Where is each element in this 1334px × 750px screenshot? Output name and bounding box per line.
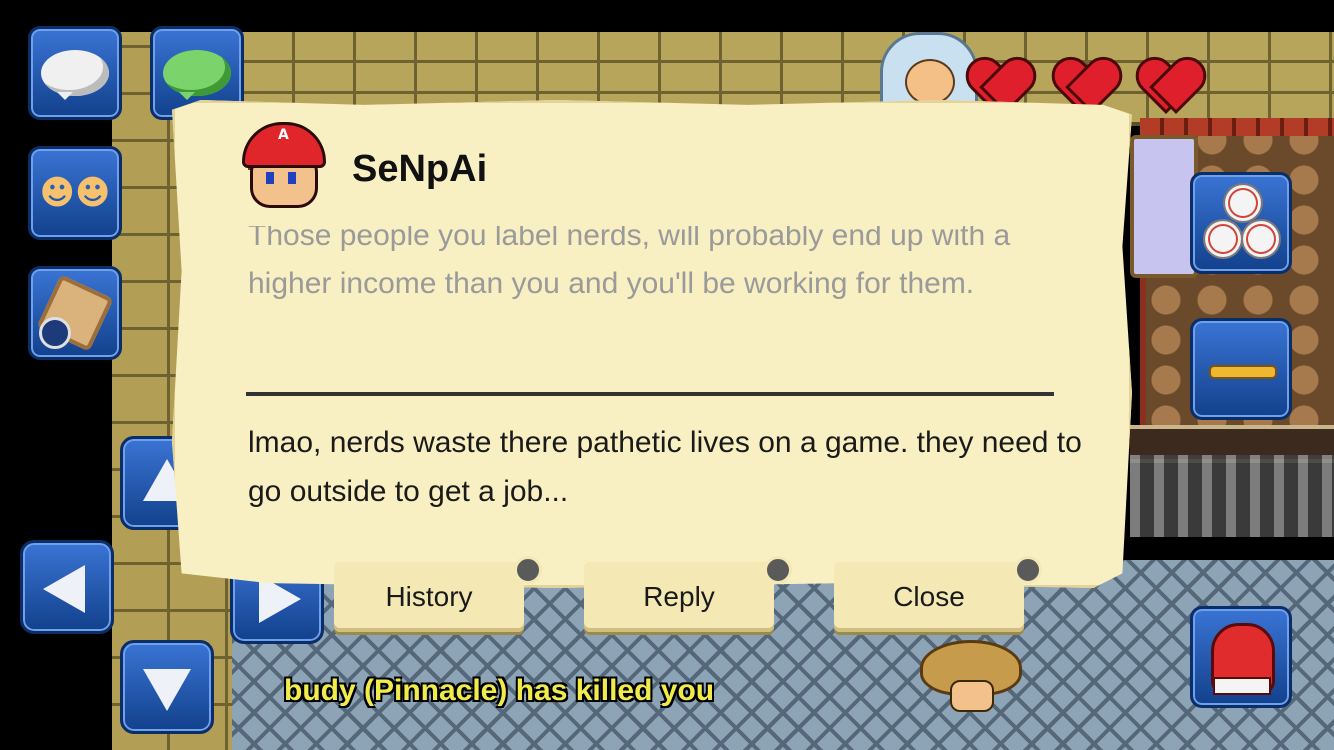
chat-bubble-white-icon — [41, 50, 109, 100]
item-slot-hat[interactable] — [1190, 318, 1292, 420]
weapon-slot-baseballs[interactable] — [1190, 172, 1292, 274]
arrow-left-icon — [43, 565, 85, 613]
sender-avatar: A — [242, 122, 326, 212]
red-cap-icon: A — [242, 122, 326, 168]
previous-message-area[interactable]: Those people you label nerds, will proba… — [240, 226, 1100, 366]
cap-letter: A — [278, 127, 289, 143]
arrow-down-icon — [143, 669, 191, 711]
current-message: lmao, nerds waste there pathetic lives o… — [248, 426, 1082, 508]
dpad-down-button[interactable] — [120, 640, 214, 734]
players-button[interactable]: ☻☻ — [28, 146, 122, 240]
chat-button[interactable] — [28, 26, 122, 120]
npc-straw-hat[interactable] — [920, 640, 1022, 712]
kill-notification: budy (Pinnacle) has killed you — [284, 674, 715, 707]
scroll-curl — [1014, 556, 1042, 584]
hat-icon — [1209, 365, 1277, 379]
dpad-left-button[interactable] — [20, 540, 114, 634]
chat-bubble-green-icon — [163, 50, 231, 100]
metal-fence — [1130, 455, 1334, 537]
attack-button[interactable] — [1190, 606, 1292, 708]
sender-username: SeNpAi — [352, 148, 488, 190]
player-face-icon — [905, 59, 955, 105]
message-divider — [246, 392, 1054, 396]
previous-message: Those people you label nerds, will proba… — [248, 226, 1011, 300]
scroll-curl — [764, 556, 792, 584]
history-button[interactable]: History — [334, 562, 524, 632]
red-trim — [1140, 118, 1334, 136]
compass-icon — [39, 317, 71, 349]
heart-icon — [1138, 60, 1198, 112]
close-button[interactable]: Close — [834, 562, 1024, 632]
scroll-curl — [514, 556, 542, 584]
npc-face — [950, 680, 994, 712]
map-button[interactable] — [28, 266, 122, 360]
players-icon: ☻☻ — [39, 173, 111, 213]
bed — [1130, 135, 1198, 278]
reply-button[interactable]: Reply — [584, 562, 774, 632]
